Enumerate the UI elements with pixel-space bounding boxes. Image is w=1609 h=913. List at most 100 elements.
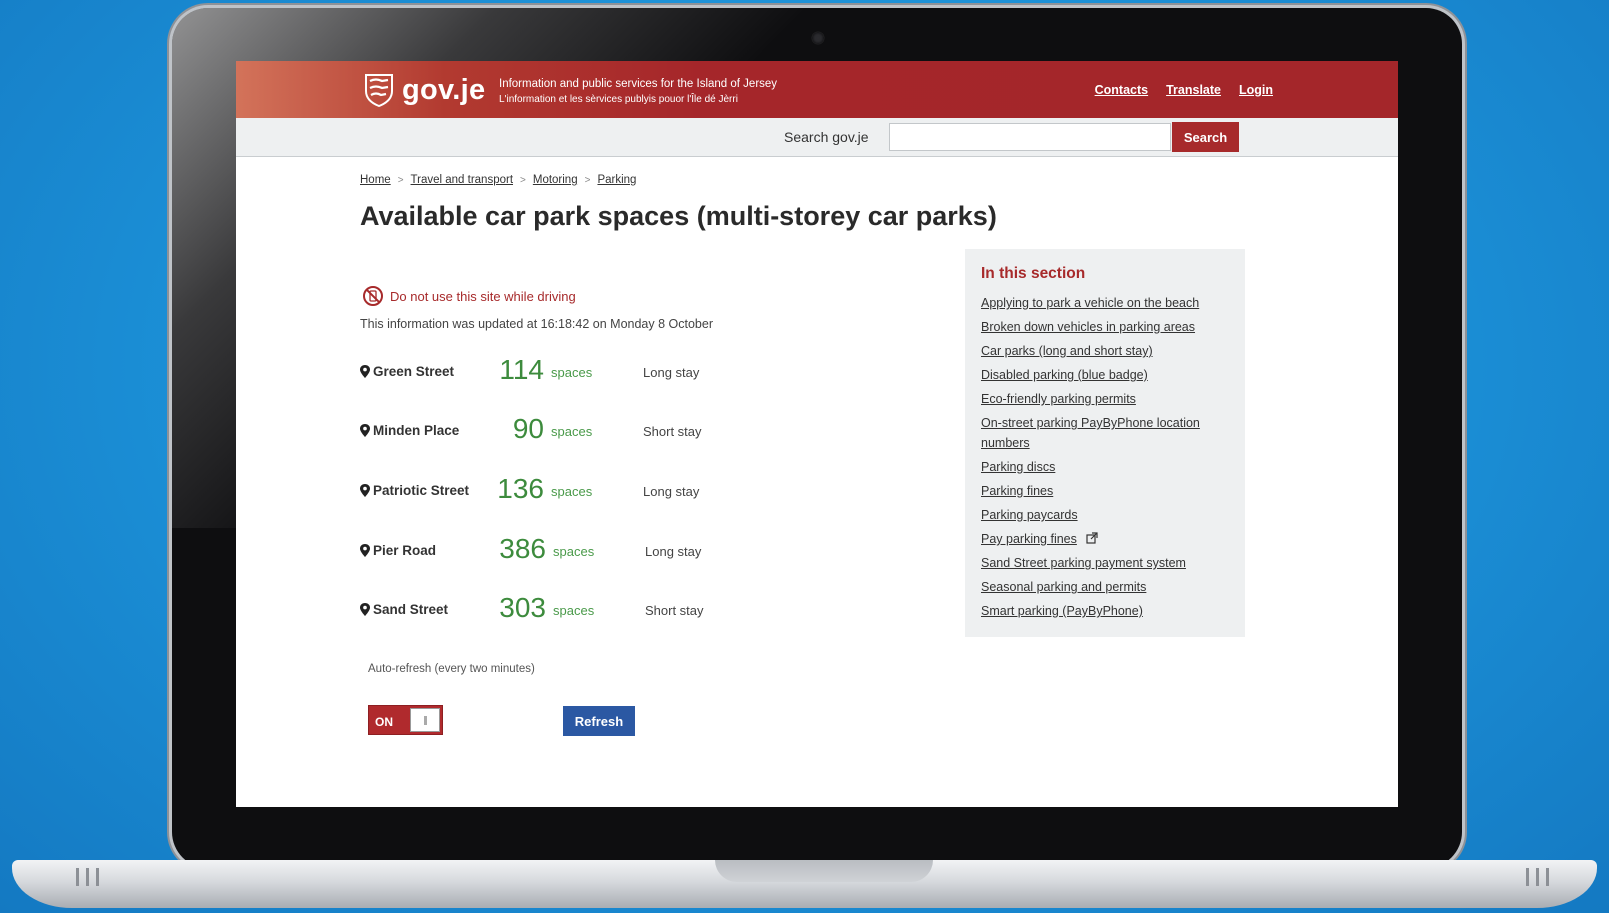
no-entry-icon [363, 286, 383, 306]
list-item: Pay parking fines [981, 529, 1231, 549]
spaces-count: 303 [499, 592, 546, 623]
breadcrumb-separator: > [520, 174, 526, 186]
toggle-state-label: ON [375, 715, 393, 729]
list-item: Car parks (long and short stay) [981, 341, 1231, 361]
section-link[interactable]: Seasonal parking and permits [981, 580, 1146, 594]
car-park-name: Green Street [373, 364, 455, 379]
stay-type: Short stay [645, 603, 704, 618]
search-input[interactable] [889, 123, 1171, 151]
spaces-count: 136 [497, 473, 544, 504]
map-pin-icon [360, 424, 370, 437]
list-item: On-street parking PayByPhone location nu… [981, 413, 1231, 453]
list-item: Parking discs [981, 457, 1231, 477]
refresh-button[interactable]: Refresh [563, 706, 635, 736]
section-title: In this section [981, 265, 1086, 282]
section-links: Applying to park a vehicle on the beach … [981, 293, 1231, 625]
translate-link[interactable]: Translate [1166, 83, 1221, 97]
stay-type: Long stay [645, 544, 702, 559]
spaces-count: 386 [499, 533, 546, 564]
car-park-row: Patriotic Street 136 spaces Long stay [360, 473, 760, 509]
browser-screen: gov.je Information and public services f… [236, 61, 1398, 807]
login-link[interactable]: Login [1239, 83, 1273, 97]
spaces-unit: spaces [553, 544, 595, 559]
search-button[interactable]: Search [1172, 122, 1239, 152]
car-park-row: Pier Road 386 spaces Long stay [360, 533, 760, 569]
list-item: Seasonal parking and permits [981, 577, 1231, 597]
spaces-unit: spaces [551, 484, 593, 499]
breadcrumb: Home > Travel and transport > Motoring >… [360, 174, 636, 186]
map-pin-icon [360, 603, 370, 616]
section-link[interactable]: Broken down vehicles in parking areas [981, 320, 1195, 334]
spaces-unit: spaces [551, 424, 593, 439]
auto-refresh-label: Auto-refresh (every two minutes) [368, 663, 535, 675]
map-pin-icon [360, 544, 370, 557]
stay-type: Short stay [643, 424, 702, 439]
updated-timestamp: This information was updated at 16:18:42… [360, 317, 713, 331]
breadcrumb-home[interactable]: Home [360, 174, 391, 186]
section-link[interactable]: Applying to park a vehicle on the beach [981, 296, 1199, 310]
breadcrumb-travel[interactable]: Travel and transport [411, 174, 513, 186]
left-vent [76, 868, 99, 886]
search-label: Search gov.je [784, 129, 869, 145]
car-park-name: Pier Road [373, 543, 437, 558]
laptop-frame: gov.je Information and public services f… [172, 8, 1462, 868]
breadcrumb-separator: > [397, 174, 404, 186]
breadcrumb-separator: > [584, 174, 591, 186]
spaces-count: 114 [499, 354, 544, 385]
toggle-knob[interactable] [410, 708, 440, 732]
header-links: Contacts Translate Login [1095, 83, 1273, 97]
logo-text: gov.je [402, 73, 486, 106]
stay-type: Long stay [643, 484, 700, 499]
map-pin-icon [360, 365, 370, 378]
section-link[interactable]: Car parks (long and short stay) [981, 344, 1153, 358]
jersey-crest-icon [365, 74, 393, 107]
list-item: Parking paycards [981, 505, 1231, 525]
warning-text: Do not use this site while driving [390, 288, 576, 304]
car-park-name: Minden Place [373, 423, 460, 438]
tagline-jerriais: L'information et les sèrvices publyis po… [499, 94, 738, 105]
search-bar: Search gov.je Search [236, 118, 1398, 157]
list-item: Broken down vehicles in parking areas [981, 317, 1231, 337]
tagline-english: Information and public services for the … [499, 78, 778, 90]
list-item: Parking fines [981, 481, 1231, 501]
spaces-unit: spaces [551, 365, 593, 380]
webcam [812, 32, 824, 44]
site-header: gov.je Information and public services f… [236, 61, 1398, 118]
map-pin-icon [360, 484, 370, 497]
list-item: Applying to park a vehicle on the beach [981, 293, 1231, 313]
site-logo[interactable]: gov.je [364, 73, 485, 107]
list-item: Eco-friendly parking permits [981, 389, 1231, 409]
auto-refresh-toggle[interactable]: ON [368, 705, 443, 735]
car-park-row: Sand Street 303 spaces Short stay [360, 592, 760, 628]
section-link[interactable]: Parking fines [981, 484, 1053, 498]
page-title: Available car park spaces (multi-storey … [360, 201, 997, 231]
car-park-name: Patriotic Street [373, 483, 470, 498]
section-link[interactable]: Eco-friendly parking permits [981, 392, 1136, 406]
spaces-count: 90 [512, 413, 544, 444]
contacts-link[interactable]: Contacts [1095, 83, 1148, 97]
right-vent [1526, 868, 1549, 886]
list-item: Disabled parking (blue badge) [981, 365, 1231, 385]
trackpad-notch [715, 860, 933, 882]
laptop-base [12, 860, 1597, 908]
section-link[interactable]: On-street parking PayByPhone location nu… [981, 416, 1200, 450]
spaces-unit: spaces [553, 603, 595, 618]
list-item: Smart parking (PayByPhone) [981, 601, 1231, 621]
list-item: Sand Street parking payment system [981, 553, 1231, 573]
section-link[interactable]: Disabled parking (blue badge) [981, 368, 1148, 382]
breadcrumb-parking[interactable]: Parking [597, 174, 636, 186]
breadcrumb-motoring[interactable]: Motoring [533, 174, 578, 186]
driving-warning: Do not use this site while driving [362, 285, 576, 307]
car-park-row: Green Street 114 spaces Long stay [360, 354, 760, 390]
section-link[interactable]: Smart parking (PayByPhone) [981, 604, 1143, 618]
section-link[interactable]: Parking paycards [981, 508, 1078, 522]
car-park-row: Minden Place 90 spaces Short stay [360, 413, 760, 449]
car-park-name: Sand Street [373, 602, 449, 617]
section-link[interactable]: Pay parking fines [981, 532, 1077, 546]
in-this-section-panel: In this section Applying to park a vehic… [965, 249, 1245, 637]
tagline: Information and public services for the … [499, 76, 777, 108]
section-link[interactable]: Parking discs [981, 460, 1055, 474]
external-link-icon [1086, 532, 1098, 544]
stay-type: Long stay [643, 365, 700, 380]
section-link[interactable]: Sand Street parking payment system [981, 556, 1186, 570]
